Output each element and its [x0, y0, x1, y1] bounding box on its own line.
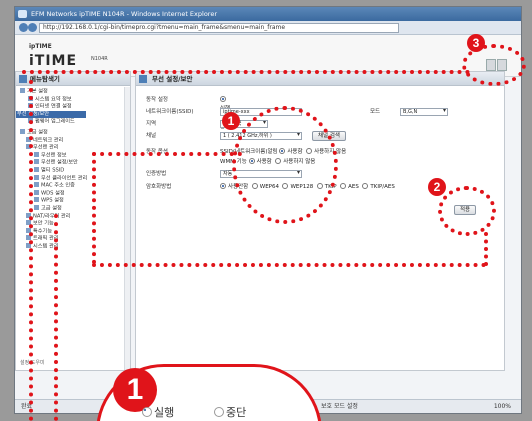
page-icon — [34, 166, 39, 172]
tree-item-firmware[interactable]: 펌웨어 업그레이드 — [16, 118, 130, 126]
guide-line-apply — [92, 263, 486, 267]
guide-line-menu — [54, 214, 58, 421]
forward-button[interactable] — [28, 23, 37, 32]
page-icon — [34, 174, 39, 180]
tree-item-client[interactable]: 무선 클라이언트 관리 — [16, 174, 130, 183]
folder-icon — [20, 128, 25, 134]
zoom-level[interactable]: 100% — [494, 400, 511, 413]
page-icon — [34, 159, 39, 165]
model-name: N104R — [91, 56, 108, 62]
callout-badge-2: 2 — [428, 178, 446, 196]
folder-icon — [20, 88, 25, 93]
zoom-stop-radio-dot — [214, 407, 224, 417]
guide-line-left — [29, 80, 33, 421]
tree-item-multi-ssid[interactable]: 멀티 SSID — [16, 166, 130, 175]
tree-item-internet[interactable]: 인터넷 연결 설정 — [16, 103, 130, 111]
window-titlebar: EFM Networks ipTIME N104R - Windows Inte… — [15, 7, 521, 21]
menu-explorer-title: 메뉴탐색기 — [30, 75, 60, 83]
callout-badge-1: 1 — [222, 112, 240, 130]
back-button[interactable] — [19, 23, 28, 32]
wireless-settings-header: 무선 설정/보안 — [136, 72, 504, 86]
page-icon — [34, 151, 39, 157]
tree-item-nat[interactable]: NAT/라우터 관리 — [16, 212, 130, 221]
callout-badge-3: 3 — [467, 34, 485, 52]
tree-item-wds[interactable]: WDS 설정 — [16, 189, 130, 198]
page-icon — [34, 204, 39, 210]
page-icon — [34, 189, 39, 195]
window-title: EFM Networks ipTIME N104R - Windows Inte… — [31, 10, 217, 18]
ie-icon — [18, 10, 27, 18]
address-bar: http://192.168.0.1/cgi-bin/timepro.cgi?t… — [15, 21, 521, 35]
menu-tree: 기본 설정 시스템 요약 정보 인터넷 연결 설정 무선 설정/보안 펌웨어 업… — [16, 88, 130, 250]
brand-small: ipTIME — [29, 43, 52, 50]
logo: iTIME — [29, 53, 78, 69]
tree-item-traffic[interactable]: 트래픽 관리 — [16, 235, 130, 243]
tree-item-basic[interactable]: 기본 설정 — [16, 88, 130, 96]
page-icon — [34, 197, 39, 203]
tree-item-special[interactable]: 특수기능 — [16, 227, 130, 236]
tree-item-system[interactable]: 시스템 관리 — [16, 242, 130, 251]
enc-aes-radio[interactable] — [340, 183, 347, 189]
tree-item-wps[interactable]: WPS 설정 — [16, 197, 130, 205]
settings-icon — [139, 75, 147, 83]
menu-scrollbar[interactable] — [124, 87, 130, 370]
tree-item-advanced[interactable]: 고급 설정 — [16, 128, 130, 137]
tree-item-network[interactable]: 네트워크 관리 — [16, 136, 130, 145]
tree-item-wlan[interactable]: 무선랜 관리 — [16, 144, 130, 152]
run-radio[interactable] — [220, 96, 226, 102]
guide-line-top — [22, 70, 470, 74]
ssid-row: 네트워크이름(SSID) iptime-xxx 모드 B,G,N — [146, 108, 496, 117]
zoom-run-radio[interactable]: 실행 — [142, 404, 174, 420]
wireless-settings-title: 무선 설정/보안 — [152, 75, 193, 83]
tree-item-wlan-setup[interactable]: 무선랜 설정/보안 — [16, 159, 130, 167]
protected-mode-text: 보호 모드 설정 — [321, 403, 358, 410]
operation-callout-circle — [232, 106, 338, 224]
tree-item-summary[interactable]: 시스템 요약 정보 — [16, 95, 130, 104]
mode-select[interactable]: B,G,N — [400, 108, 448, 116]
tree-item-mac-auth[interactable]: MAC 주소 인증 — [16, 182, 130, 190]
tree-item-wlan-advanced[interactable]: 고급 설정 — [16, 204, 130, 213]
tree-item-security[interactable]: 보안 기능 — [16, 220, 130, 228]
tree-item-wireless-security[interactable]: 무선 설정/보안 — [16, 110, 130, 119]
url-input[interactable]: http://192.168.0.1/cgi-bin/timepro.cgi?t… — [39, 23, 399, 33]
enc-none-radio[interactable] — [220, 183, 226, 189]
page-icon — [34, 182, 39, 188]
guide-line-apply-vertical — [484, 232, 488, 266]
zoom-run-radio-dot — [142, 407, 152, 417]
menu-icon — [19, 75, 27, 83]
guide-line-wireless — [92, 152, 242, 156]
apply-callout-circle — [438, 186, 496, 236]
zoom-stop-radio[interactable]: 중단 — [214, 404, 246, 420]
menu-explorer-header: 메뉴탐색기 — [16, 72, 130, 86]
enc-tkipaes-radio[interactable] — [362, 183, 369, 189]
guide-line-wireless-vertical — [92, 152, 96, 264]
